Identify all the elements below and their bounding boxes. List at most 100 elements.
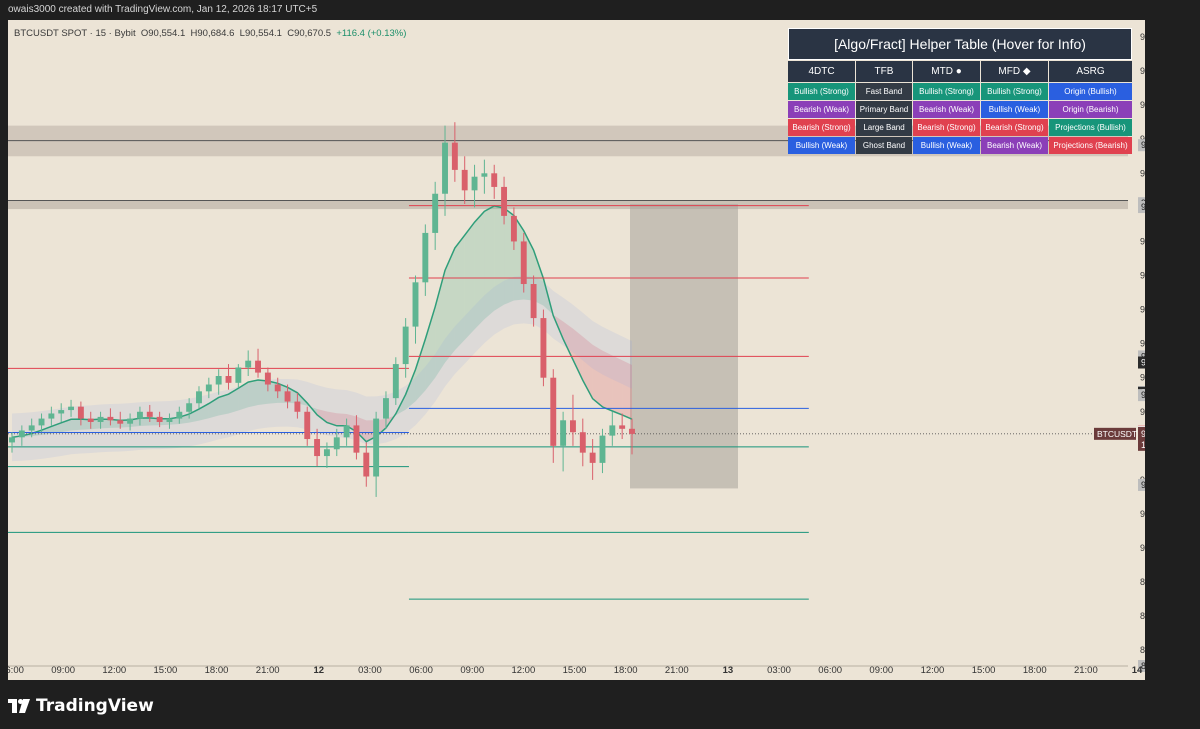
candle-body-15	[156, 416, 163, 422]
helper-cell-r1-c0[interactable]: Bearish (Weak)	[788, 101, 855, 118]
resistance-zone-lower	[8, 200, 1128, 210]
candle-body-46	[461, 169, 468, 191]
ohlc-close: C90,670.5	[287, 28, 332, 39]
candle-body-10	[107, 416, 114, 421]
footer-bar: TradingView	[0, 682, 1200, 729]
candle-body-60	[599, 435, 606, 463]
helper-cell-r3-c1[interactable]: Ghost Band	[856, 137, 912, 154]
candle-body-16	[166, 418, 173, 422]
helper-cell-r3-c4[interactable]: Projections (Bearish)	[1049, 137, 1132, 154]
candle-body-63	[629, 428, 635, 434]
x-tick-label-22: 14	[1132, 665, 1143, 676]
x-tick-label-7: 03:00	[358, 665, 382, 676]
x-tick-label-15: 03:00	[767, 665, 791, 676]
helper-cell-r2-c3[interactable]: Bearish (Strong)	[981, 119, 1048, 136]
candle-body-1	[18, 430, 25, 438]
y-tick-label-4: 92,200.0	[1140, 168, 1145, 178]
x-tick-label-21: 21:00	[1074, 665, 1098, 676]
helper-header-4[interactable]: ASRG	[1049, 61, 1132, 82]
price-tag-11: 90,370.4	[1141, 480, 1145, 490]
x-tick-label-20: 18:00	[1023, 665, 1047, 676]
caption-text: owais3000 created with TradingView.com, …	[8, 4, 318, 15]
candle-body-18	[186, 403, 193, 412]
helper-table-title[interactable]: [Algo/Fract] Helper Table (Hover for Inf…	[788, 28, 1132, 60]
y-tick-label-17: 89,600.0	[1140, 611, 1145, 621]
y-tick-label-9: 91,200.0	[1140, 339, 1145, 349]
x-tick-label-8: 06:00	[409, 665, 433, 676]
candle-body-53	[530, 284, 537, 319]
helper-header-0[interactable]: 4DTC	[788, 61, 855, 82]
candle-body-39	[392, 364, 399, 399]
x-tick-label-17: 09:00	[869, 665, 893, 676]
helper-cell-r2-c1[interactable]: Large Band	[856, 119, 912, 136]
y-tick-label-18: 89,400.0	[1140, 645, 1145, 655]
candle-body-54	[540, 318, 547, 378]
helper-table[interactable]: [Algo/Fract] Helper Table (Hover for Inf…	[788, 28, 1132, 154]
candle-body-52	[520, 241, 527, 285]
candle-body-56	[560, 420, 567, 446]
x-tick-label-19: 15:00	[972, 665, 996, 676]
x-tick-label-18: 12:00	[921, 665, 945, 676]
helper-cell-r1-c2[interactable]: Bearish (Weak)	[913, 101, 980, 118]
price-tag-7: 90,897.8	[1141, 390, 1145, 400]
helper-table-grid: 4DTC TFB MTD ● MFD ◆ ASRG Bullish (Strong) Fas…	[788, 61, 1132, 154]
x-tick-label-4: 18:00	[205, 665, 229, 676]
tradingview-wordmark: TradingView	[36, 696, 154, 716]
helper-cell-r1-c3[interactable]: Bullish (Weak)	[981, 101, 1048, 118]
price-tag-2: 92,002.0	[1141, 202, 1145, 212]
y-tick-label-7: 91,600.0	[1140, 271, 1145, 281]
helper-cell-r3-c2[interactable]: Bullish (Weak)	[913, 137, 980, 154]
x-tick-label-5: 21:00	[256, 665, 280, 676]
helper-header-3[interactable]: MFD ◆	[981, 61, 1048, 82]
candle-body-32	[323, 449, 330, 457]
ohlc-high: H90,684.6	[190, 28, 235, 39]
y-tick-label-14: 90,200.0	[1140, 509, 1145, 519]
x-tick-label-12: 18:00	[614, 665, 638, 676]
candle-body-2	[28, 425, 35, 431]
candle-body-6	[68, 406, 74, 411]
candle-body-34	[343, 425, 350, 438]
candle-body-8	[87, 418, 94, 422]
candle-body-49	[491, 173, 498, 187]
helper-cell-r0-c2[interactable]: Bullish (Strong)	[913, 83, 980, 100]
helper-cell-r0-c1[interactable]: Fast Band	[856, 83, 912, 100]
last-price-countdown: 12:04	[1141, 440, 1145, 450]
helper-header-1[interactable]: TFB	[856, 61, 912, 82]
candle-body-12	[127, 418, 134, 424]
projection-box	[630, 203, 738, 489]
helper-cell-r2-c4[interactable]: Projections (Bullish)	[1049, 119, 1132, 136]
helper-cell-r0-c3[interactable]: Bullish (Strong)	[981, 83, 1048, 100]
tradingview-logo-icon	[8, 699, 30, 713]
helper-cell-r2-c0[interactable]: Bearish (Strong)	[788, 119, 855, 136]
candle-body-24	[245, 360, 252, 368]
x-tick-label-14: 13	[723, 665, 734, 676]
candle-body-3	[38, 418, 45, 426]
helper-cell-r2-c2[interactable]: Bearish (Strong)	[913, 119, 980, 136]
helper-cell-r3-c3[interactable]: Bearish (Weak)	[981, 137, 1048, 154]
candle-body-37	[373, 418, 380, 477]
x-tick-label-0: 06:00	[8, 665, 24, 676]
x-tick-label-9: 09:00	[460, 665, 484, 676]
x-tick-label-6: 12	[314, 665, 325, 676]
candle-body-0	[9, 437, 15, 443]
helper-cell-r1-c1[interactable]: Primary Band	[856, 101, 912, 118]
helper-header-2[interactable]: MTD ●	[913, 61, 980, 82]
helper-cell-r0-c4[interactable]: Origin (Bullish)	[1049, 83, 1132, 100]
y-tick-label-1: 92,800.0	[1140, 66, 1145, 76]
candle-body-57	[570, 420, 576, 433]
helper-cell-r1-c4[interactable]: Origin (Bearish)	[1049, 101, 1132, 118]
x-tick-label-2: 12:00	[102, 665, 126, 676]
candle-body-13	[136, 411, 143, 419]
helper-cell-r3-c0[interactable]: Bullish (Weak)	[788, 137, 855, 154]
helper-cell-r0-c0[interactable]: Bullish (Strong)	[788, 83, 855, 100]
chart-frame[interactable]: 93,000.092,800.092,600.092,400.092,200.0…	[8, 20, 1145, 680]
candle-body-58	[579, 432, 586, 453]
candle-body-59	[589, 452, 596, 463]
candle-body-27	[274, 384, 281, 392]
candle-body-5	[58, 410, 65, 414]
candle-body-38	[383, 398, 389, 419]
tradingview-logo[interactable]: TradingView	[8, 696, 154, 716]
candle-body-35	[353, 425, 360, 453]
candle-body-25	[255, 360, 261, 373]
candle-body-23	[235, 367, 242, 383]
